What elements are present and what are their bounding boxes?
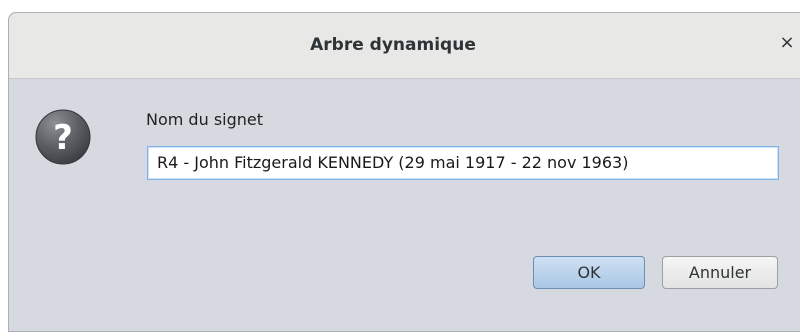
dialog-title: Arbre dynamique bbox=[310, 35, 476, 55]
cancel-button[interactable]: Annuler bbox=[662, 256, 778, 289]
dialog-titlebar: Arbre dynamique × bbox=[9, 13, 800, 79]
bookmark-name-label: Nom du signet bbox=[146, 110, 264, 129]
bookmark-name-input[interactable]: R4 - John Fitzgerald KENNEDY (29 mai 191… bbox=[147, 146, 779, 180]
bookmark-name-dialog: Arbre dynamique × ? Nom du signet R4 - J… bbox=[8, 12, 800, 332]
ok-button[interactable]: OK bbox=[533, 256, 645, 289]
svg-text:?: ? bbox=[53, 118, 73, 158]
question-icon: ? bbox=[35, 109, 91, 165]
close-icon[interactable]: × bbox=[775, 31, 799, 55]
